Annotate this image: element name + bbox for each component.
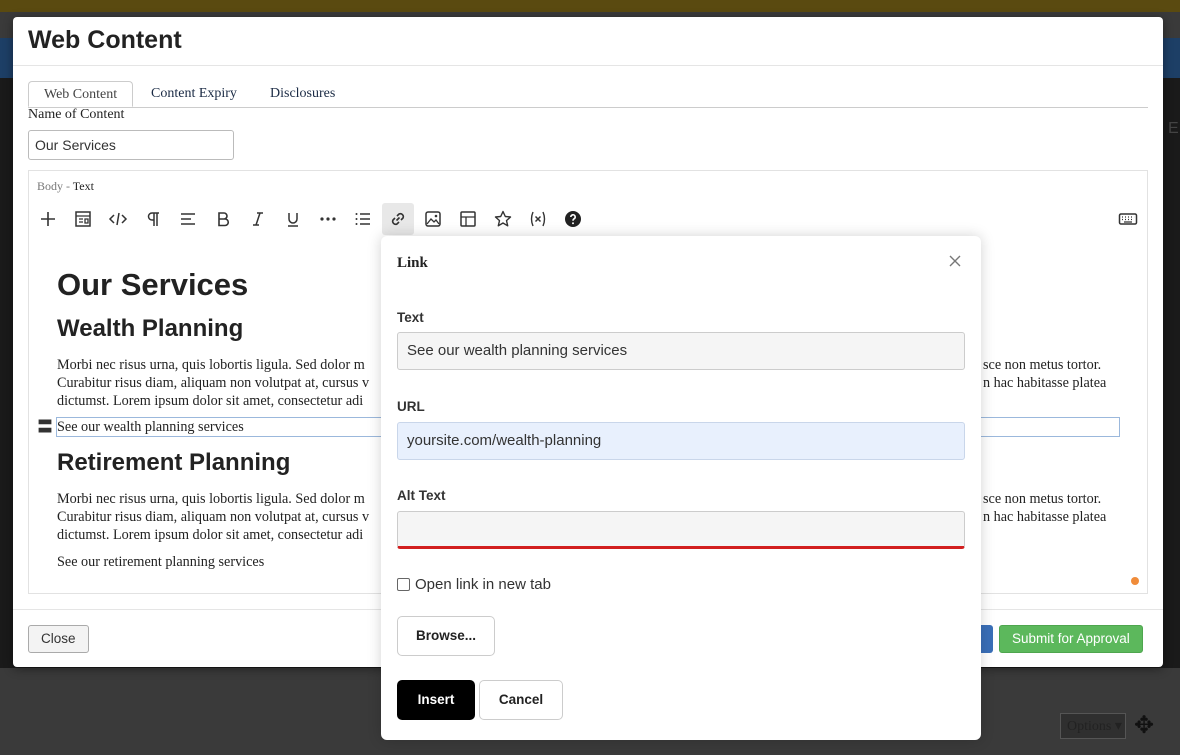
alt-text-field-label: Alt Text xyxy=(397,488,446,503)
code-icon[interactable] xyxy=(102,203,134,235)
paragraph-line: dictumst. Lorem ipsum dolor sit amet, co… xyxy=(57,527,364,543)
paragraph-line: Curabitur risus diam, aliquam non volutp… xyxy=(57,509,370,525)
section-heading: Wealth Planning xyxy=(57,315,244,342)
more-icon[interactable] xyxy=(312,203,344,235)
section-heading: Retirement Planning xyxy=(57,449,291,476)
paragraph-line-right: sce non metus tortor. xyxy=(983,491,1102,507)
italic-icon[interactable] xyxy=(242,203,274,235)
editor-toolbar xyxy=(29,201,1147,237)
modal-header: Web Content xyxy=(13,17,1163,66)
browse-button[interactable]: Browse... xyxy=(397,616,495,656)
tab-web-content[interactable]: Web Content xyxy=(28,81,134,107)
list-icon[interactable] xyxy=(347,203,379,235)
url-input[interactable]: yoursite.com/wealth-planning xyxy=(397,422,965,460)
open-new-tab-row[interactable]: Open link in new tab xyxy=(397,576,551,593)
retirement-link-text[interactable]: See our retirement planning services xyxy=(57,554,264,571)
alt-text-input[interactable] xyxy=(397,511,965,549)
options-select-label: Options xyxy=(1067,719,1112,734)
paragraph-line-right: n hac habitasse platea xyxy=(983,375,1107,391)
template-icon[interactable] xyxy=(67,203,99,235)
paragraph-line: Morbi nec risus urna, quis lobortis ligu… xyxy=(57,491,365,507)
open-new-tab-checkbox[interactable] xyxy=(397,578,410,591)
background-edge-text: E xyxy=(1168,120,1179,137)
help-icon[interactable] xyxy=(557,203,589,235)
keyboard-icon[interactable] xyxy=(1112,203,1144,235)
background-top-bar xyxy=(0,0,1180,12)
body-mode: Text xyxy=(72,179,94,193)
body-label: Body - Text xyxy=(37,179,94,194)
close-button[interactable]: Close xyxy=(28,625,89,653)
plus-icon[interactable] xyxy=(32,203,64,235)
underline-icon[interactable] xyxy=(277,203,309,235)
body-label-prefix: Body - xyxy=(37,179,70,193)
paragraph-line: Curabitur risus diam, aliquam non volutp… xyxy=(57,375,370,391)
name-of-content-label: Name of Content xyxy=(28,107,125,122)
close-icon[interactable] xyxy=(947,253,963,269)
modal-title: Web Content xyxy=(28,26,182,54)
cancel-button[interactable]: Cancel xyxy=(479,680,563,720)
options-select[interactable]: Options ▾ xyxy=(1060,713,1126,739)
name-of-content-input[interactable]: Our Services xyxy=(28,130,234,160)
content-heading-1: Our Services xyxy=(57,267,249,302)
move-icon[interactable]: ✥ xyxy=(1134,711,1154,739)
insert-button[interactable]: Insert xyxy=(397,680,475,720)
tab-content-expiry[interactable]: Content Expiry xyxy=(136,81,252,106)
table-icon[interactable] xyxy=(452,203,484,235)
align-icon[interactable] xyxy=(172,203,204,235)
link-icon[interactable] xyxy=(382,203,414,235)
paragraph-line: dictumst. Lorem ipsum dolor sit amet, co… xyxy=(57,393,364,409)
url-field-label: URL xyxy=(397,399,425,414)
link-text-input[interactable]: See our wealth planning services xyxy=(397,332,965,370)
link-dialog-title: Link xyxy=(397,255,428,271)
star-icon[interactable] xyxy=(487,203,519,235)
text-field-label: Text xyxy=(397,310,424,325)
image-icon[interactable] xyxy=(417,203,449,235)
open-new-tab-label: Open link in new tab xyxy=(415,576,551,593)
paragraph-icon[interactable] xyxy=(137,203,169,235)
bold-icon[interactable] xyxy=(207,203,239,235)
paragraph-line: Morbi nec risus urna, quis lobortis ligu… xyxy=(57,357,365,373)
variable-icon[interactable] xyxy=(522,203,554,235)
content-tabs: Web Content Content Expiry Disclosures xyxy=(28,81,1148,108)
tab-disclosures[interactable]: Disclosures xyxy=(255,81,350,106)
paragraph-line-right: n hac habitasse platea xyxy=(983,509,1107,525)
status-dot-icon xyxy=(1131,577,1139,585)
paragraph-line-right: sce non metus tortor. xyxy=(983,357,1102,373)
submit-for-approval-button[interactable]: Submit for Approval xyxy=(999,625,1143,653)
drag-handle-icon[interactable]: 〓 xyxy=(37,419,53,435)
wealth-link-text[interactable]: See our wealth planning services xyxy=(57,419,244,436)
link-dialog: Link Text See our wealth planning servic… xyxy=(381,236,981,740)
